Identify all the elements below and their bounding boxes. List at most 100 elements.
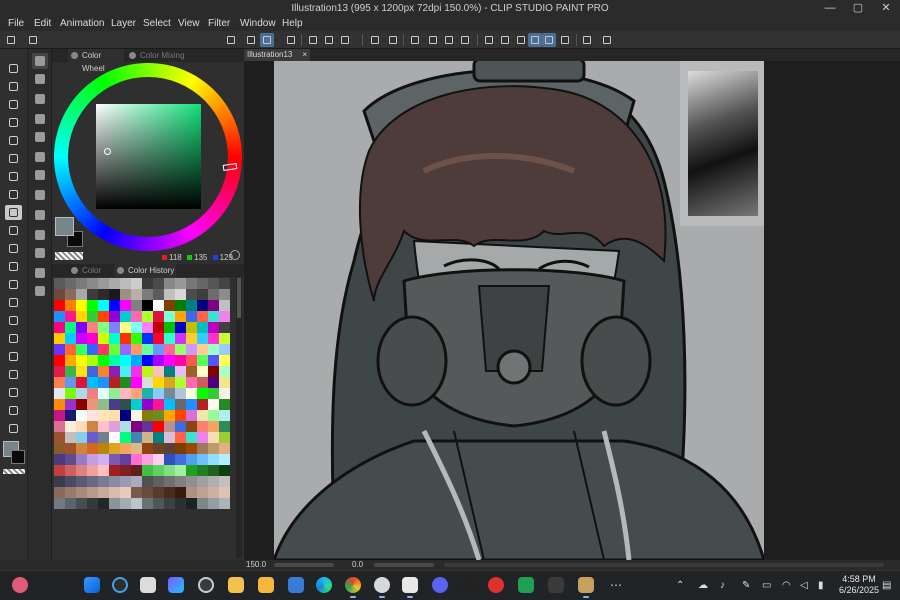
color-history-swatch[interactable] [109,388,120,399]
color-history-swatch[interactable] [98,454,109,465]
color-history-swatch[interactable] [98,300,109,311]
color-history-swatch[interactable] [65,487,76,498]
color-history-swatch[interactable] [54,443,65,454]
color-history-swatch[interactable] [208,476,219,487]
color-history-swatch[interactable] [142,322,153,333]
balloon-tool[interactable] [5,421,22,436]
color-history-swatch[interactable] [109,333,120,344]
color-history-swatch[interactable] [142,289,153,300]
sub-tool-3[interactable] [32,91,48,107]
color-history-swatch[interactable] [186,388,197,399]
color-history-swatch[interactable] [153,344,164,355]
color-history-swatch[interactable] [164,311,175,322]
color-history-swatch[interactable] [54,322,65,333]
color-history-swatch[interactable] [219,366,230,377]
tab-color-history[interactable]: Color History [114,264,176,277]
color-history-swatch[interactable] [219,465,230,476]
color-history-swatch[interactable] [54,355,65,366]
color-history-swatch[interactable] [109,476,120,487]
color-history-swatch[interactable] [153,322,164,333]
color-history-swatch[interactable] [87,454,98,465]
color-history-swatch[interactable] [87,344,98,355]
color-history-swatch[interactable] [120,366,131,377]
color-history-swatch[interactable] [208,432,219,443]
start-icon[interactable] [84,577,100,593]
color-history-swatch[interactable] [153,498,164,509]
color-history-swatch[interactable] [131,388,142,399]
color-history-swatch[interactable] [76,366,87,377]
color-history-swatch[interactable] [54,421,65,432]
color-history-swatch[interactable] [54,311,65,322]
color-history-swatch[interactable] [76,322,87,333]
menu-animation[interactable]: Animation [60,17,104,31]
fill-tool[interactable] [5,313,22,328]
color-history-swatch[interactable] [98,465,109,476]
color-history-swatch[interactable] [186,487,197,498]
color-history-swatch[interactable] [109,432,120,443]
menu-edit[interactable]: Edit [34,17,51,31]
color-history-swatch[interactable] [219,300,230,311]
color-history-swatch[interactable] [197,498,208,509]
search-icon[interactable] [112,577,128,593]
color-history-swatch[interactable] [54,465,65,476]
color-history-swatch[interactable] [131,421,142,432]
snap-button[interactable] [284,33,298,47]
color-history-swatch[interactable] [164,454,175,465]
color-history-swatch[interactable] [131,476,142,487]
color-history-swatch[interactable] [109,300,120,311]
clear-button[interactable] [408,33,422,47]
pen-tray-icon[interactable]: ✎ [742,580,750,591]
color-history-swatch[interactable] [164,388,175,399]
collapse-left-icon[interactable] [4,33,18,47]
color-history-swatch[interactable] [76,388,87,399]
color-history-swatch[interactable] [153,421,164,432]
color-history-swatch[interactable] [65,388,76,399]
color-history-swatch[interactable] [164,289,175,300]
color-history-swatch[interactable] [208,421,219,432]
tray-chevron-icon[interactable]: ⌃ [676,580,684,591]
color-history-swatch[interactable] [219,432,230,443]
onedrive-icon[interactable]: ☁ [698,580,708,591]
color-history-swatch[interactable] [76,344,87,355]
color-history-swatch[interactable] [131,355,142,366]
color-history-swatch[interactable] [109,421,120,432]
menu-view[interactable]: View [178,17,200,31]
more-icon[interactable]: ⋯ [608,577,624,593]
color-history-swatch[interactable] [87,498,98,509]
volume-icon[interactable]: ◁ [800,580,808,591]
color-history-swatch[interactable] [54,454,65,465]
color-history-swatch[interactable] [197,333,208,344]
color-history-swatch[interactable] [153,289,164,300]
color-history-swatch[interactable] [219,476,230,487]
color-history-swatch[interactable] [54,432,65,443]
color-history-swatch[interactable] [76,454,87,465]
palette-scrollbar[interactable] [236,278,242,558]
drawing-canvas[interactable] [274,61,764,560]
ibis-paint-icon[interactable] [460,577,476,593]
sub-tool-12[interactable] [32,265,48,281]
rotation-slider[interactable] [374,563,434,567]
color-history-swatch[interactable] [54,377,65,388]
color-history-swatch[interactable] [153,476,164,487]
color-history-swatch[interactable] [54,487,65,498]
color-history-swatch[interactable] [87,432,98,443]
color-history-swatch[interactable] [219,289,230,300]
color-history-swatch[interactable] [54,300,65,311]
color-history-swatch[interactable] [208,333,219,344]
color-history-swatch[interactable] [98,322,109,333]
color-history-swatch[interactable] [197,443,208,454]
blend-tool[interactable] [5,295,22,310]
menu-help[interactable]: Help [282,17,303,31]
color-history-swatch[interactable] [164,399,175,410]
zoom-slider[interactable] [274,563,334,567]
zoom-tool[interactable] [5,61,22,76]
main-color-swatch[interactable] [55,217,74,236]
color-history-swatch[interactable] [65,421,76,432]
color-history-swatch[interactable] [87,388,98,399]
color-history-swatch[interactable] [208,454,219,465]
system-clock[interactable]: 4:58 PM 6/26/2025 [838,574,880,596]
selection-clear-button[interactable] [514,33,528,47]
notification-icon[interactable]: ▤ [882,580,891,591]
color-history-swatch[interactable] [54,333,65,344]
color-history-swatch[interactable] [131,498,142,509]
